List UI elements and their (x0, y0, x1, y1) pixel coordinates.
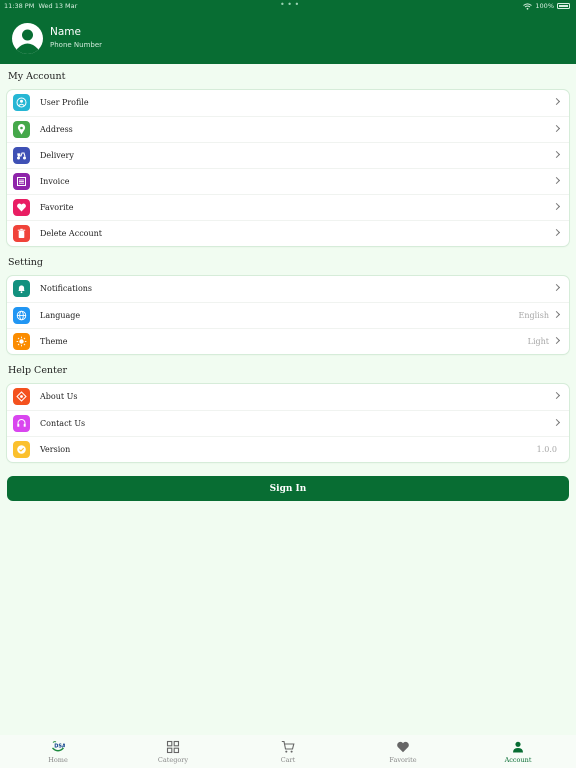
chevron-right-icon (552, 150, 561, 159)
avatar[interactable] (12, 23, 43, 54)
bell-icon (13, 280, 30, 297)
cart-icon (281, 740, 295, 753)
menu-item-theme[interactable]: Theme Light (7, 328, 569, 354)
section-title-setting: Setting (8, 257, 44, 268)
chevron-right-icon (552, 124, 561, 133)
menu-item-user-profile[interactable]: User Profile (7, 90, 569, 116)
nav-item-cart[interactable]: Cart (258, 740, 318, 764)
nav-label: Cart (280, 756, 296, 764)
about-icon (13, 388, 30, 405)
status-time: 11:38 PM Wed 13 Mar (4, 2, 77, 10)
user-profile-icon (13, 94, 30, 111)
nav-item-account[interactable]: Account (488, 740, 548, 764)
menu-item-label: Invoice (40, 177, 70, 186)
chevron-right-icon (552, 97, 561, 106)
status-time-text: 11:38 PM (4, 2, 35, 10)
menu-item-delete-account[interactable]: Delete Account (7, 220, 569, 246)
multitask-dots-icon: • • • (280, 0, 300, 9)
sign-in-button[interactable]: Sign In (7, 476, 569, 501)
nav-label: Category (157, 756, 189, 764)
nav-label: Account (504, 756, 532, 764)
profile-name: Name (50, 26, 81, 38)
nav-item-home[interactable]: DSA Home (28, 740, 88, 764)
theme-value: Light (527, 337, 549, 346)
battery-percent: 100% (535, 2, 554, 10)
nav-item-category[interactable]: Category (143, 740, 203, 764)
section-title-help-center: Help Center (8, 365, 68, 376)
wifi-icon (523, 2, 533, 10)
menu-item-contact-us[interactable]: Contact Us (7, 410, 569, 436)
menu-item-label: Theme (40, 337, 68, 346)
chevron-right-icon (552, 176, 561, 185)
dsa-logo-icon: DSA (52, 741, 65, 752)
menu-item-notifications[interactable]: Notifications (7, 276, 569, 302)
trash-icon (13, 225, 30, 242)
bottom-nav: DSA Home Category Cart Favorite Account (0, 735, 576, 768)
menu-item-label: Contact Us (40, 419, 86, 428)
menu-item-label: User Profile (40, 98, 89, 107)
globe-icon (13, 307, 30, 324)
heart-icon (13, 199, 30, 216)
app-header: 11:38 PM Wed 13 Mar • • • 100% Name Phon… (0, 0, 576, 64)
menu-item-label: Address (40, 125, 73, 134)
profile-phone: Phone Number (50, 41, 103, 49)
chevron-right-icon (552, 228, 561, 237)
menu-item-label: About Us (40, 392, 78, 401)
nav-item-favorite[interactable]: Favorite (373, 740, 433, 764)
chevron-right-icon (552, 336, 561, 345)
chevron-right-icon (552, 310, 561, 319)
menu-item-label: Version (40, 445, 71, 454)
chevron-right-icon (552, 283, 561, 292)
nav-label: Favorite (389, 756, 417, 764)
location-pin-icon (13, 121, 30, 138)
menu-item-address[interactable]: Address (7, 116, 569, 142)
menu-item-delivery[interactable]: Delivery (7, 142, 569, 168)
nav-label: Home (48, 756, 68, 764)
grid-icon (166, 740, 180, 754)
menu-item-label: Delivery (40, 151, 74, 160)
status-date-text: Wed 13 Mar (38, 2, 78, 10)
menu-item-favorite[interactable]: Favorite (7, 194, 569, 220)
user-avatar-icon (17, 29, 38, 54)
status-indicators: 100% (523, 2, 570, 10)
heart-icon (397, 741, 409, 753)
status-bar: 11:38 PM Wed 13 Mar • • • 100% (0, 0, 576, 12)
svg-text:DSA: DSA (54, 744, 65, 750)
menu-item-about-us[interactable]: About Us (7, 384, 569, 410)
chevron-right-icon (552, 391, 561, 400)
delivery-scooter-icon (13, 147, 30, 164)
person-icon (513, 741, 523, 753)
section-title-my-account: My Account (8, 71, 66, 82)
menu-item-label: Notifications (40, 284, 93, 293)
version-value: 1.0.0 (536, 445, 557, 454)
my-account-card: User Profile Address Delivery Invoice Fa… (7, 90, 569, 246)
menu-item-label: Language (40, 311, 81, 320)
menu-item-version: Version 1.0.0 (7, 436, 569, 462)
chevron-right-icon (552, 418, 561, 427)
menu-item-language[interactable]: Language English (7, 302, 569, 328)
invoice-icon (13, 173, 30, 190)
chevron-right-icon (552, 202, 561, 211)
menu-item-label: Favorite (40, 203, 74, 212)
menu-item-label: Delete Account (40, 229, 103, 238)
badge-check-icon (13, 441, 30, 458)
help-center-card: About Us Contact Us Version 1.0.0 (7, 384, 569, 462)
setting-card: Notifications Language English Theme Lig… (7, 276, 569, 354)
contact-icon (13, 415, 30, 432)
sun-icon (13, 333, 30, 350)
menu-item-invoice[interactable]: Invoice (7, 168, 569, 194)
language-value: English (518, 311, 550, 320)
battery-icon (557, 3, 570, 9)
